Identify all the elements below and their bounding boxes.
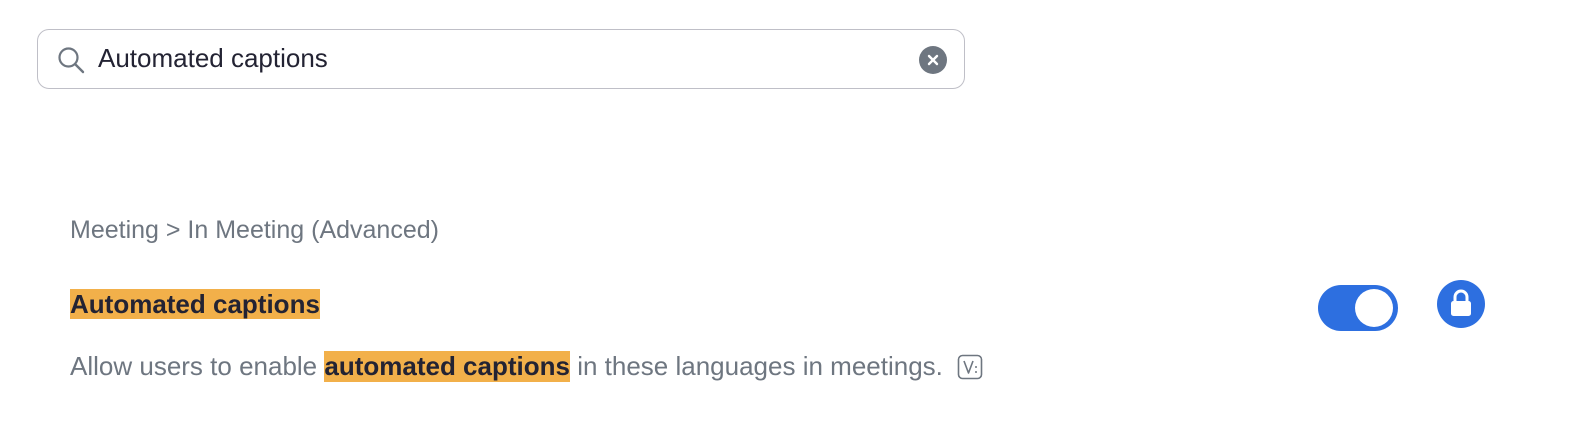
settings-search-page: Meeting > In Meeting (Advanced) Automate… bbox=[0, 0, 1582, 442]
search-input[interactable] bbox=[98, 30, 898, 87]
description-highlight: automated captions bbox=[324, 351, 570, 382]
search-box[interactable] bbox=[37, 29, 965, 89]
setting-title: Automated captions bbox=[70, 289, 320, 320]
clear-icon bbox=[927, 54, 939, 66]
search-icon bbox=[58, 47, 85, 74]
toggle-knob bbox=[1355, 289, 1393, 327]
setting-title-highlight: Automated captions bbox=[70, 289, 320, 319]
lock-icon bbox=[1451, 289, 1471, 316]
version-icon bbox=[957, 354, 983, 379]
lock-setting-button[interactable] bbox=[1437, 280, 1485, 328]
clear-search-button[interactable] bbox=[919, 46, 947, 74]
description-before: Allow users to enable bbox=[70, 351, 325, 381]
setting-description: Allow users to enable automated captions… bbox=[70, 351, 983, 382]
automated-captions-toggle[interactable] bbox=[1318, 285, 1398, 331]
breadcrumb: Meeting > In Meeting (Advanced) bbox=[70, 216, 439, 244]
description-after: in these languages in meetings. bbox=[569, 351, 943, 381]
